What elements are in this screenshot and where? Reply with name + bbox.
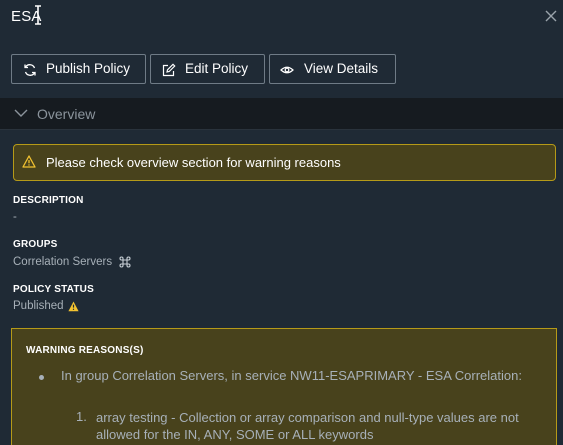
edit-icon — [162, 63, 176, 77]
warning-icon — [22, 155, 36, 168]
groups-label: GROUPS — [13, 239, 58, 250]
overview-label: Overview — [37, 106, 96, 122]
panel-header: ESA Publish Policy Edit Policy View Deta… — [0, 0, 563, 98]
eye-icon — [280, 66, 294, 74]
warning-reason-item: array testing - Collection or array comp… — [96, 410, 519, 442]
publish-policy-label: Publish Policy — [46, 61, 131, 76]
policy-status-label: POLICY STATUS — [13, 284, 94, 295]
view-details-button[interactable]: View Details — [269, 54, 396, 84]
warning-banner-text: Please check overview section for warnin… — [46, 155, 341, 170]
warning-reasons-box: WARNING REASONS(S) In group Correlation … — [11, 328, 557, 445]
command-icon[interactable] — [118, 255, 132, 269]
close-icon[interactable] — [545, 10, 557, 22]
text-cursor-icon — [35, 5, 41, 25]
view-details-label: View Details — [304, 61, 379, 76]
policy-panel: ESA Publish Policy Edit Policy View Deta… — [0, 0, 563, 445]
refresh-icon — [24, 64, 36, 76]
description-label: DESCRIPTION — [13, 195, 84, 206]
warning-reasons-title: WARNING REASONS(S) — [26, 345, 144, 356]
groups-value: Correlation Servers — [13, 256, 113, 268]
edit-policy-label: Edit Policy — [185, 61, 249, 76]
publish-policy-button[interactable]: Publish Policy — [11, 54, 146, 84]
edit-policy-button[interactable]: Edit Policy — [150, 54, 265, 84]
overview-body: Please check overview section for warnin… — [0, 130, 563, 445]
warning-icon — [68, 301, 79, 312]
description-value: - — [13, 211, 17, 223]
list-item-number: 1. — [76, 409, 87, 424]
warning-group-text: In group Correlation Servers, in service… — [61, 368, 522, 383]
chevron-down-icon — [14, 109, 28, 117]
warning-banner: Please check overview section for warnin… — [13, 144, 556, 181]
overview-section-header[interactable]: Overview — [0, 98, 563, 130]
policy-status-value: Published — [13, 300, 64, 312]
list-bullet — [39, 375, 44, 380]
